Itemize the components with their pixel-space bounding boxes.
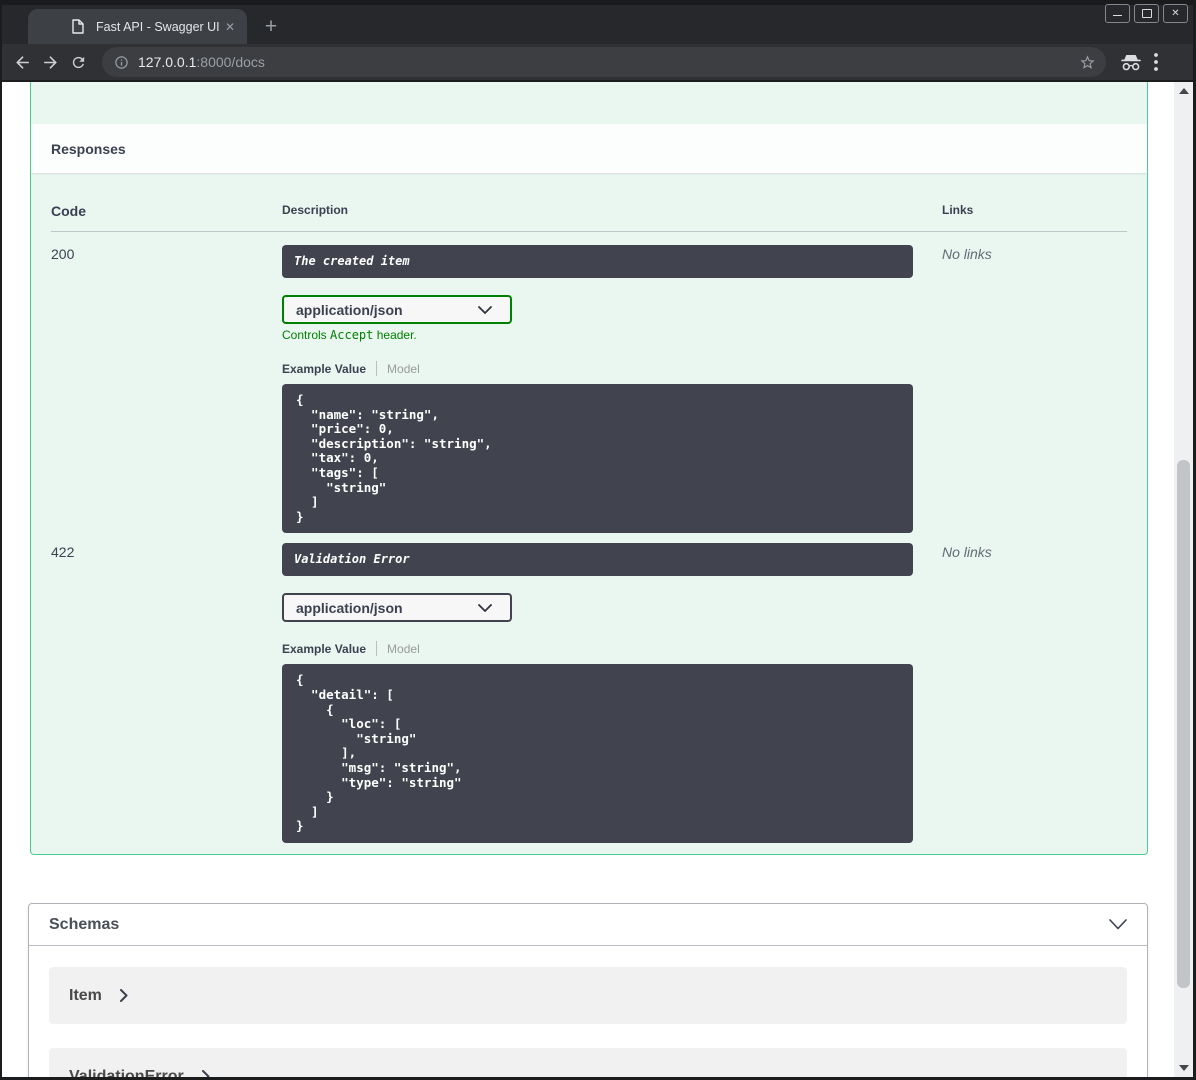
response-code: 422: [51, 544, 75, 561]
tabs-divider: [376, 641, 378, 657]
example-model-tabs: Example Value Model: [282, 361, 942, 376]
scrollbar-thumb[interactable]: [1177, 460, 1190, 988]
bookmark-star-icon[interactable]: [1079, 54, 1096, 71]
accept-note-prefix: Controls: [282, 328, 331, 342]
response-row-200: 200 The created item application/json Co…: [51, 232, 1127, 543]
minimize-button[interactable]: [1105, 4, 1130, 23]
tab-model[interactable]: Model: [387, 642, 420, 656]
browser-toolbar: 127.0.0.1:8000/docs: [0, 44, 1196, 82]
page-favicon-icon: [72, 19, 84, 34]
schemas-section: Schemas Item ValidationError: [28, 903, 1148, 1077]
site-info-icon[interactable]: [114, 55, 129, 70]
browser-menu-button[interactable]: [1154, 53, 1158, 71]
schemas-title: Schemas: [49, 915, 120, 933]
maximize-icon: [1141, 9, 1152, 18]
window-controls: ✕: [1105, 4, 1188, 23]
window-border-left: [0, 0, 2, 1080]
tab-title: Fast API - Swagger UI: [96, 19, 220, 34]
schema-model-item[interactable]: Item: [49, 967, 1127, 1024]
url-host: 127.0.0.1: [138, 54, 197, 70]
schemas-header[interactable]: Schemas: [29, 904, 1147, 946]
close-icon: ✕: [1171, 7, 1180, 19]
scrollbar-up-arrow-icon[interactable]: [1179, 88, 1189, 94]
maximize-button[interactable]: [1134, 4, 1159, 23]
controls-accept-note: Controls Accept header.: [282, 328, 942, 342]
media-type-value: application/json: [296, 599, 403, 616]
response-code: 200: [51, 246, 75, 262]
scrollbar-down-arrow-icon[interactable]: [1179, 1065, 1189, 1071]
responses-table-header: Code Description Links: [51, 203, 1127, 232]
response-description-cell: The created item application/json Contro…: [282, 245, 942, 543]
accept-note-suffix: header.: [373, 328, 417, 342]
forward-arrow-icon: [43, 55, 57, 69]
responses-section-header: Responses: [31, 124, 1147, 173]
media-type-select[interactable]: application/json: [282, 593, 512, 623]
page-content: Responses Code Description Links 200 The…: [0, 82, 1196, 1077]
url-text[interactable]: 127.0.0.1:8000/docs: [138, 54, 1079, 70]
new-tab-button[interactable]: +: [258, 14, 284, 40]
response-description-banner: Validation Error: [282, 543, 913, 577]
tab-model[interactable]: Model: [387, 362, 420, 376]
chevron-right-icon[interactable]: [119, 989, 128, 1002]
response-description-cell: Validation Error application/json Exampl…: [282, 543, 942, 853]
tab-example-value[interactable]: Example Value: [282, 362, 366, 376]
reload-icon: [72, 56, 84, 68]
chevron-right-icon[interactable]: [201, 1070, 210, 1077]
close-button[interactable]: ✕: [1163, 4, 1188, 23]
responses-opblock: Responses Code Description Links 200 The…: [30, 82, 1148, 855]
tab-example-value[interactable]: Example Value: [282, 642, 366, 656]
back-button[interactable]: [8, 48, 36, 76]
schemas-body: Item ValidationError: [29, 946, 1147, 1077]
tab-close-icon[interactable]: ✕: [225, 21, 235, 33]
back-arrow-icon: [15, 55, 29, 69]
page-scrollbar[interactable]: [1174, 82, 1193, 1077]
address-bar[interactable]: 127.0.0.1:8000/docs: [102, 47, 1106, 77]
response-links: No links: [942, 544, 992, 561]
chevron-down-icon: [478, 305, 492, 314]
media-type-select[interactable]: application/json: [282, 295, 512, 324]
column-header-description: Description: [282, 203, 349, 217]
incognito-icon: [1120, 54, 1142, 71]
kebab-menu-icon: [1154, 53, 1158, 71]
column-header-links: Links: [942, 203, 974, 217]
responses-title: Responses: [51, 140, 126, 157]
url-path: :8000/docs: [196, 54, 265, 70]
example-json-block: { "detail": [ { "loc": [ "string" ], "ms…: [282, 664, 913, 843]
opblock-spacer: [31, 82, 1147, 124]
tabs-divider: [376, 361, 378, 376]
responses-table: Code Description Links 200 The created i…: [31, 173, 1147, 853]
browser-tab[interactable]: Fast API - Swagger UI ✕: [28, 9, 247, 44]
minimize-icon: [1113, 15, 1122, 16]
response-row-422: 422 Validation Error application/json Ex…: [51, 543, 1127, 853]
response-description-banner: The created item: [282, 245, 913, 278]
column-header-code: Code: [51, 203, 86, 219]
example-json-block: { "name": "string", "price": 0, "descrip…: [282, 384, 913, 534]
chevron-down-icon: [478, 603, 492, 612]
model-name: ValidationError: [69, 1067, 184, 1078]
forward-button[interactable]: [36, 48, 64, 76]
accept-note-code: Accept: [330, 328, 374, 342]
model-name: Item: [69, 986, 102, 1004]
schema-model-validationerror[interactable]: ValidationError: [49, 1048, 1127, 1077]
example-model-tabs: Example Value Model: [282, 641, 942, 657]
reload-button[interactable]: [64, 48, 92, 76]
response-links: No links: [942, 246, 992, 262]
titlebar-top-strip: [0, 0, 1196, 5]
browser-titlebar: Fast API - Swagger UI ✕ + ✕: [0, 0, 1196, 44]
media-type-value: application/json: [296, 301, 403, 318]
chevron-down-icon[interactable]: [1109, 919, 1127, 930]
